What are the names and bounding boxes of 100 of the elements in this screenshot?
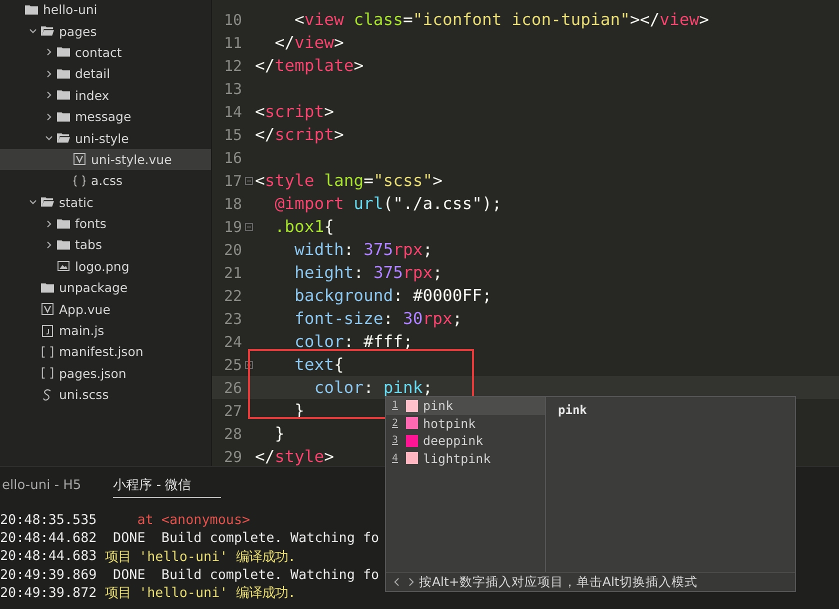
line-number: 24 [222, 332, 242, 350]
brackets-icon [41, 367, 54, 380]
chevron-right-icon[interactable] [45, 70, 53, 78]
folder-icon [57, 238, 70, 251]
item-number: 2 [392, 418, 400, 429]
vue-file-icon [73, 153, 86, 166]
code-line: </style> [255, 447, 334, 466]
chevron-down-icon[interactable] [29, 198, 37, 206]
code-line: </template> [255, 56, 364, 75]
chevron-right-icon[interactable] [45, 91, 53, 100]
fold-icon[interactable] [244, 176, 252, 184]
suggestion-item[interactable]: 1 pink [386, 397, 545, 414]
tree-item[interactable]: index [0, 84, 211, 106]
vue-file-icon [41, 303, 54, 316]
folder-icon [41, 196, 54, 208]
line-number: 29 [222, 448, 242, 466]
chevron-right-icon[interactable] [45, 220, 53, 228]
code-line: color: #fff; [293, 332, 413, 351]
code-line: </view> [274, 33, 344, 52]
line-number: 15 [222, 126, 242, 144]
item-number: 4 [392, 452, 400, 464]
chevron-right-icon[interactable] [45, 112, 53, 121]
log-message: DONE Build complete. Watching fo [112, 568, 380, 583]
code-line: <script> [255, 102, 334, 121]
log-time: 20:49:39.869 [0, 568, 98, 583]
tree-item[interactable]: uni-style [0, 127, 211, 149]
chevron-down-icon[interactable] [45, 134, 53, 142]
log-time: 20:48:35.535 [0, 512, 98, 528]
prev-next-icon[interactable] [394, 577, 414, 587]
log-time: 20:49:39.872 [0, 586, 98, 601]
braces-icon [73, 174, 86, 187]
folder-icon [41, 282, 54, 294]
line-number: 19 [222, 218, 242, 236]
log-message: 项目 'hello-uni' 编译成功. [105, 584, 296, 602]
line-number: 18 [222, 194, 242, 212]
line-number: 23 [222, 310, 242, 328]
tree-item[interactable]: pages.json [0, 362, 211, 384]
line-number: 27 [222, 402, 242, 420]
line-number: 16 [222, 148, 242, 166]
tree-item[interactable]: tabs [0, 234, 211, 256]
console-tab[interactable]: ello-uni - H5 [0, 474, 84, 496]
code-line: color: pink; [313, 378, 433, 397]
folder-icon [57, 132, 70, 144]
line-number: 20 [222, 240, 242, 258]
line-number: 14 [222, 102, 242, 120]
line-number: 28 [222, 424, 242, 442]
tree-item[interactable]: logo.png [0, 256, 211, 278]
console-tab[interactable]: 小程序 - 微信 [113, 472, 222, 498]
tree-item[interactable]: message [0, 106, 211, 128]
line-number: 25 [222, 356, 242, 374]
line-number: 21 [222, 264, 242, 282]
chevron-down-icon[interactable] [29, 27, 37, 36]
line-number: 17 [222, 172, 242, 190]
line-number: 26 [222, 378, 242, 396]
tree-item[interactable]: detail [0, 63, 211, 85]
tree-item[interactable]: uni-style.vue [0, 148, 211, 170]
folder-icon [25, 4, 38, 16]
tree-item[interactable]: a.css [0, 170, 211, 192]
line-number: 22 [222, 286, 242, 304]
tree-item[interactable]: hello-uni [0, 0, 211, 20]
item-number: 3 [392, 435, 400, 446]
folder-icon [57, 68, 70, 80]
line-number: 13 [222, 80, 242, 98]
file-icon [41, 324, 54, 337]
suggestion-item[interactable]: 2 hotpink [386, 414, 545, 432]
tree-item[interactable]: fonts [0, 212, 211, 234]
code-line: <style lang="scss"> [255, 171, 443, 190]
line-number: 11 [222, 34, 242, 52]
tree-item[interactable]: main.js [0, 320, 211, 342]
tree-item[interactable]: uni.scss [0, 384, 211, 406]
tree-item[interactable]: unpackage [0, 277, 211, 298]
fold-icon[interactable] [244, 222, 252, 230]
tree-item[interactable]: App.vue [0, 298, 211, 320]
tree-item[interactable]: contact [0, 42, 211, 64]
code-line: <view class="iconfont icon-tupian"></view> [293, 10, 709, 29]
suggestion-item[interactable]: 3 deeppink [386, 432, 545, 450]
code-line: } [274, 424, 285, 443]
tree-item[interactable]: manifest.json [0, 341, 211, 363]
folder-icon [57, 46, 70, 58]
code-line: @import url("./a.css"); [274, 194, 502, 213]
item-number: 1 [392, 400, 400, 412]
folder-icon [57, 89, 70, 102]
brackets-icon [41, 346, 54, 358]
tree-item[interactable]: static [0, 192, 211, 213]
line-number: 10 [222, 10, 242, 28]
folder-icon [41, 25, 54, 38]
log-message: 项目 'hello-uni' 编译成功. [105, 548, 296, 566]
chevron-right-icon[interactable] [45, 240, 53, 249]
code-line: font-size: 30 rpx; [293, 309, 462, 328]
chevron-right-icon[interactable] [45, 48, 53, 56]
code-line: height: 375 rpx; [293, 263, 443, 282]
fold-icon[interactable] [244, 360, 252, 368]
suggestion-item[interactable]: 4 lightpink [386, 450, 545, 467]
code-line: background: #0000FF; [293, 286, 492, 305]
log-message: DONE Build complete. Watching fo [112, 530, 380, 546]
log-message: at <anonymous> [136, 512, 250, 528]
suggestion-detail: pink [558, 403, 587, 417]
folder-icon [57, 110, 70, 123]
log-time: 20:48:44.683 [0, 549, 98, 564]
tree-item[interactable]: pages [0, 20, 211, 42]
